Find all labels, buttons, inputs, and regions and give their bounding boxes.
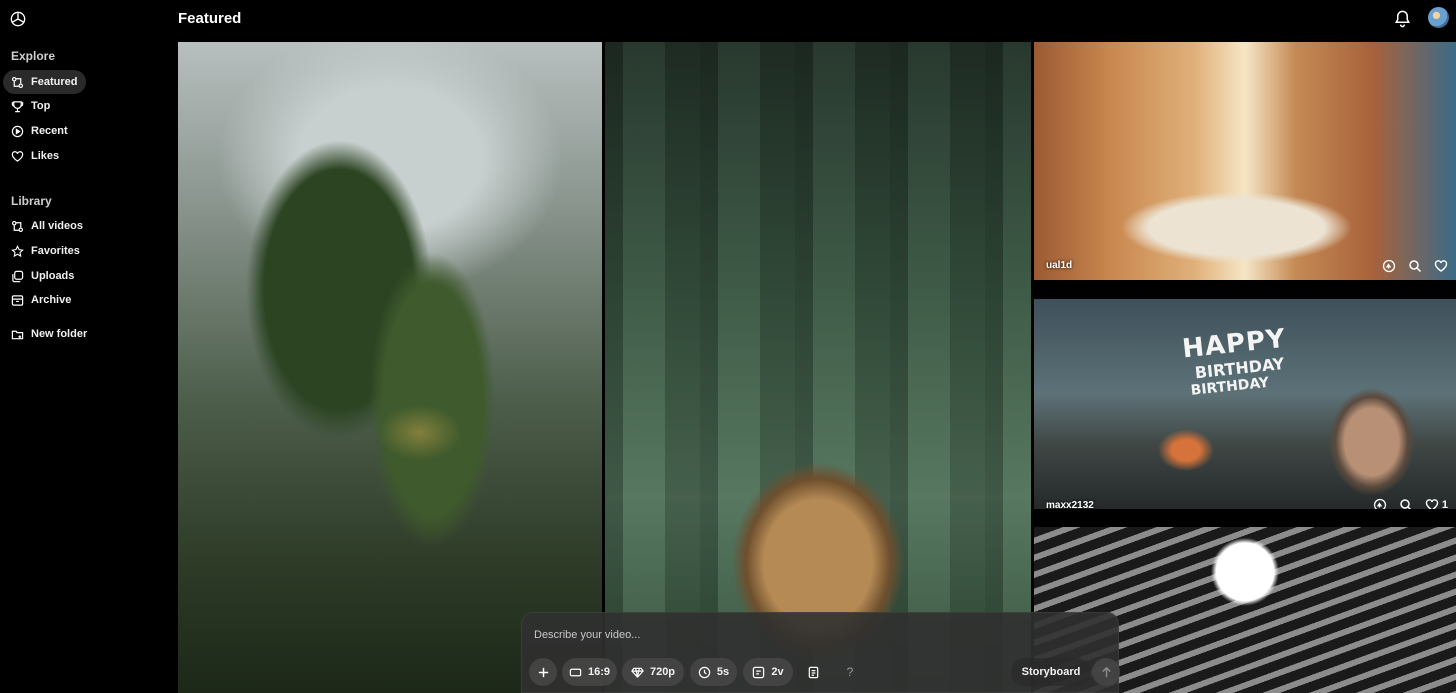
sidebar-item-likes[interactable]: Likes: [3, 144, 86, 168]
birthday-overlay-text: HAPPY BIRTHDAY BIRTHDAY: [1180, 323, 1288, 399]
new-folder-label: New folder: [31, 328, 88, 340]
prompt-composer: 16:9 720p 5s 2v ? Storyboard: [521, 612, 1120, 693]
page-title: Featured: [178, 10, 242, 27]
sidebar-item-label: Top: [31, 100, 51, 112]
like-count: 1: [1441, 499, 1448, 509]
sidebar-item-uploads[interactable]: Uploads: [3, 264, 103, 288]
library-section-title: Library: [11, 194, 52, 208]
storyboard-button[interactable]: Storyboard: [1011, 658, 1091, 686]
zoom-icon[interactable]: [1399, 498, 1413, 509]
new-folder-button[interactable]: New folder: [3, 322, 103, 346]
video-tile-sheep-street[interactable]: ual1d: [1034, 42, 1456, 280]
sidebar: Explore Featured Top Recent Likes Librar…: [0, 0, 170, 693]
zoom-icon[interactable]: [1408, 259, 1422, 273]
featured-icon: [11, 76, 24, 89]
presets-icon: [808, 666, 818, 678]
sidebar-item-archive[interactable]: Archive: [3, 288, 103, 312]
remix-icon[interactable]: [1382, 259, 1396, 273]
sidebar-item-label: Favorites: [31, 245, 80, 257]
plus-icon: [538, 667, 548, 677]
variations-icon: [752, 666, 765, 679]
duration-label: 5s: [716, 666, 730, 678]
clock-icon: [698, 666, 711, 679]
duration-button[interactable]: 5s: [690, 658, 737, 686]
tile-username[interactable]: ual1d: [1046, 260, 1072, 271]
variations-button[interactable]: 2v: [743, 658, 793, 686]
like-heart-icon: [1425, 499, 1439, 509]
sidebar-item-label: Uploads: [31, 270, 75, 282]
videos-icon: [11, 220, 24, 233]
sidebar-item-label: All videos: [31, 220, 83, 232]
sidebar-item-favorites[interactable]: Favorites: [3, 239, 103, 263]
add-button[interactable]: [529, 658, 557, 686]
tile-actions: 1: [1373, 498, 1448, 509]
sidebar-item-featured[interactable]: Featured: [3, 70, 86, 94]
tile-actions: [1382, 259, 1448, 273]
explore-section-title: Explore: [11, 49, 56, 63]
folder-plus-icon: [11, 328, 24, 341]
video-tile-leopard-cub[interactable]: [605, 42, 1031, 693]
tile-username[interactable]: maxx2132: [1046, 500, 1094, 509]
video-tile-dinosaur[interactable]: [178, 42, 602, 693]
openai-logo-icon[interactable]: [8, 9, 28, 29]
presets-button[interactable]: [799, 658, 827, 686]
archive-icon: [11, 294, 24, 307]
sidebar-item-recent[interactable]: Recent: [3, 119, 86, 143]
like-button[interactable]: 1: [1425, 498, 1448, 509]
arrow-up-icon: [1101, 666, 1111, 677]
play-circle-icon: [11, 125, 24, 138]
heart-icon: [11, 150, 24, 163]
sidebar-item-label: Likes: [31, 150, 60, 162]
sidebar-item-label: Featured: [31, 76, 78, 88]
variations-label: 2v: [771, 666, 784, 678]
sidebar-item-top[interactable]: Top: [3, 94, 86, 118]
submit-button[interactable]: [1092, 658, 1120, 686]
like-heart-icon[interactable]: [1434, 259, 1448, 273]
storyboard-label: Storyboard: [1021, 666, 1081, 678]
trophy-icon: [11, 100, 24, 113]
notifications-bell-icon[interactable]: [1393, 9, 1412, 28]
help-button[interactable]: ?: [836, 658, 864, 686]
diamond-icon: [631, 666, 644, 679]
aspect-ratio-icon: [569, 666, 582, 679]
resolution-label: 720p: [649, 666, 676, 678]
prompt-input[interactable]: [534, 629, 1094, 641]
sidebar-item-label: Archive: [31, 294, 72, 306]
aspect-ratio-button[interactable]: 16:9: [562, 658, 617, 686]
video-tile-birthday[interactable]: HAPPY BIRTHDAY BIRTHDAY maxx2132 1: [1034, 299, 1456, 509]
uploads-icon: [11, 270, 24, 283]
sidebar-item-label: Recent: [31, 125, 68, 137]
composer-controls: 16:9 720p 5s 2v ? Storyboard: [529, 658, 1120, 686]
remix-icon[interactable]: [1373, 498, 1387, 509]
avatar[interactable]: [1428, 7, 1449, 28]
resolution-button[interactable]: 720p: [622, 658, 684, 686]
aspect-ratio-label: 16:9: [587, 666, 611, 678]
sidebar-item-all-videos[interactable]: All videos: [3, 214, 103, 238]
star-icon: [11, 244, 24, 258]
